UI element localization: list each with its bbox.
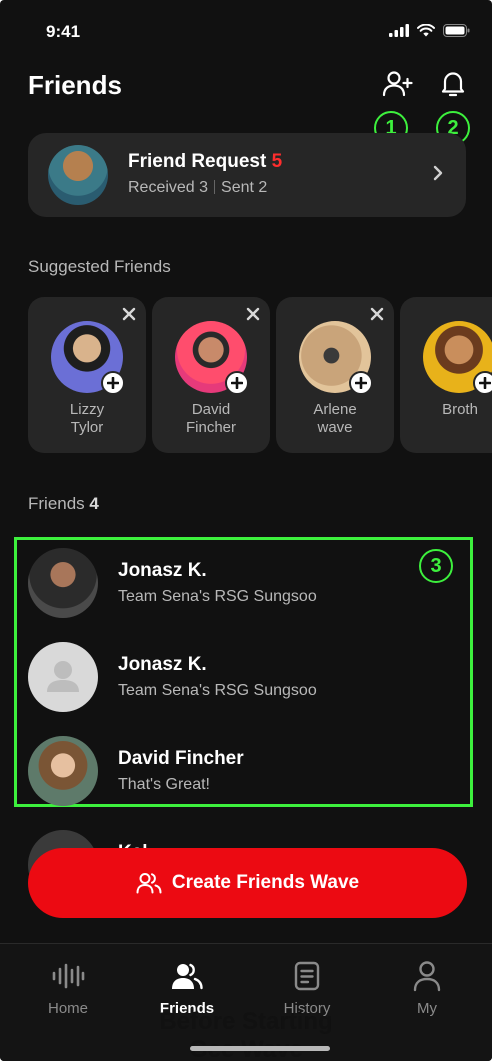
plus-icon	[231, 377, 243, 389]
avatar-placeholder	[28, 642, 98, 712]
signal-icon	[389, 24, 409, 37]
friend-row[interactable]: David Fincher That's Great!	[28, 736, 468, 812]
friend-name: David Fincher	[118, 748, 244, 769]
battery-icon	[443, 24, 470, 37]
suggested-friend-name: Broth	[400, 401, 492, 419]
add-friend-plus[interactable]	[473, 371, 492, 395]
friend-request-count: 5	[271, 151, 283, 172]
avatar	[28, 736, 98, 806]
friend-status: Team Sena's RSG Sungsoo	[118, 682, 317, 699]
status-icons	[389, 24, 470, 37]
friend-request-label: Friend Request	[128, 151, 267, 172]
home-indicator	[190, 1046, 330, 1051]
create-friends-wave-label: Create Friends Wave	[171, 872, 360, 893]
status-bar: 9:41	[0, 0, 492, 60]
suggested-friends-heading: Suggested Friends	[28, 257, 171, 276]
first-name: Lizzy	[69, 401, 105, 418]
avatar	[28, 548, 98, 618]
friends-heading: Friends 4	[28, 494, 99, 514]
person-icon	[413, 961, 441, 992]
suggested-friend-name: Arlene wave	[276, 401, 394, 437]
suggested-friend-card[interactable]: Broth	[400, 297, 492, 453]
add-friend-button[interactable]	[380, 66, 416, 102]
friends-count: 4	[89, 494, 99, 513]
add-person-icon	[382, 71, 413, 97]
suggested-friend-name: David Fincher	[152, 401, 270, 437]
friend-request-summary: Received 3 Sent 2	[128, 179, 267, 197]
first-name: Broth	[442, 401, 478, 418]
document-icon	[294, 961, 320, 991]
chevron-right-icon	[433, 165, 443, 181]
waveform-icon	[52, 963, 85, 989]
add-friend-plus[interactable]	[225, 371, 249, 395]
close-icon[interactable]	[370, 307, 384, 321]
create-friends-wave-button[interactable]: Create Friends Wave	[28, 848, 467, 918]
page-title: Friends	[28, 70, 122, 100]
friend-request-card[interactable]: Friend Request 5 Received 3 Sent 2	[28, 133, 466, 217]
sent-count: Sent 2	[221, 179, 268, 196]
plus-icon	[107, 377, 119, 389]
add-friend-plus[interactable]	[349, 371, 373, 395]
friend-status: That's Great!	[118, 776, 210, 793]
close-icon[interactable]	[122, 307, 136, 321]
close-icon[interactable]	[246, 307, 260, 321]
plus-icon	[479, 377, 491, 389]
friend-request-avatar	[48, 145, 108, 205]
people-icon	[136, 873, 162, 894]
caption-line-1: Before Starting	[159, 1008, 333, 1035]
friend-request-title: Friend Request 5	[128, 151, 282, 173]
suggested-friend-name: Lizzy Tylor	[28, 401, 146, 437]
notifications-button[interactable]	[435, 66, 471, 102]
bell-icon	[441, 72, 465, 97]
person-placeholder-icon	[47, 661, 79, 692]
friend-row[interactable]: Jonasz K. Team Sena's RSG Sungsoo	[28, 548, 468, 624]
first-name: Arlene	[313, 401, 357, 418]
wifi-icon	[417, 24, 435, 37]
friends-screen: 9:41 Friends 1 2 Friend Request 5 Receiv…	[0, 0, 492, 1061]
divider	[214, 180, 216, 194]
last-name: wave	[317, 419, 353, 436]
received-count: Received 3	[128, 179, 209, 196]
first-name: David	[191, 401, 231, 418]
friend-name: Jonasz K.	[118, 560, 207, 581]
plus-icon	[355, 377, 367, 389]
last-name: Tylor	[70, 419, 104, 436]
last-name: Fincher	[185, 419, 237, 436]
suggested-friend-card[interactable]: Arlene wave	[276, 297, 394, 453]
friend-name: Jonasz K.	[118, 654, 207, 675]
add-friend-plus[interactable]	[101, 371, 125, 395]
friends-label: Friends	[28, 494, 85, 513]
friend-row[interactable]: Jonasz K. Team Sena's RSG Sungsoo	[28, 642, 468, 718]
friend-status: Team Sena's RSG Sungsoo	[118, 588, 317, 605]
suggested-friend-card[interactable]: Lizzy Tylor	[28, 297, 146, 453]
status-time: 9:41	[46, 22, 81, 41]
people-icon	[172, 963, 203, 990]
suggested-friend-card[interactable]: David Fincher	[152, 297, 270, 453]
